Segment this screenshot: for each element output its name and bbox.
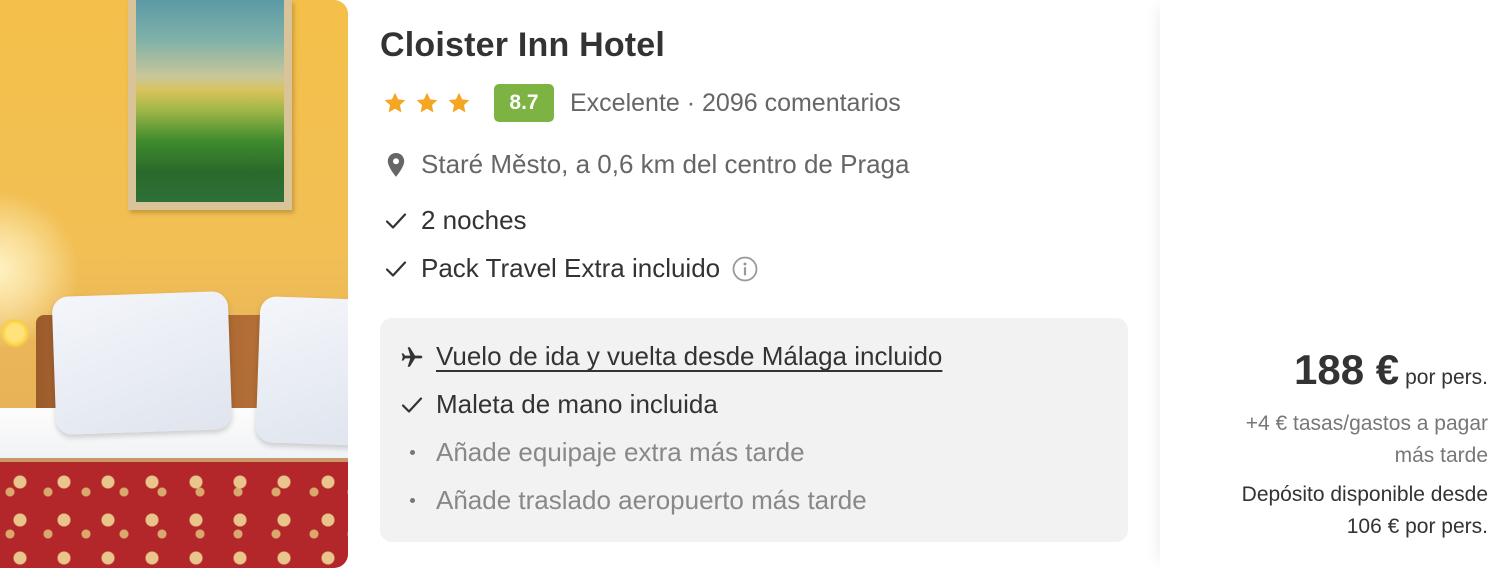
- bed-blanket: [0, 462, 348, 568]
- luggage-text: Maleta de mano incluida: [436, 389, 718, 419]
- extra-luggage-text: Añade equipaje extra más tarde: [436, 437, 805, 467]
- wall-painting: [128, 0, 292, 210]
- rating-summary[interactable]: Excelente · 2096 comentarios: [570, 89, 901, 118]
- bullet-dot-icon: [398, 439, 426, 467]
- transfer-row: Añade traslado aeropuerto más tarde: [398, 485, 867, 516]
- pillow: [51, 290, 233, 436]
- hotel-result-card[interactable]: Cloister Inn Hotel 8.7 Excelente · 2096 …: [0, 0, 1512, 568]
- deposit-line: 106 € por pers.: [1346, 515, 1488, 538]
- inclusion-pack: Pack Travel Extra incluido: [383, 253, 758, 284]
- luggage-row: Maleta de mano incluida: [398, 389, 718, 420]
- star-icon: [384, 92, 406, 113]
- rating-row: 8.7 Excelente · 2096 comentarios: [382, 84, 901, 122]
- price-line: 188 € por pers.: [1294, 346, 1488, 394]
- fees-line: más tarde: [1394, 444, 1488, 467]
- flight-info-box: Vuelo de ida y vuelta desde Málaga inclu…: [380, 318, 1128, 542]
- bullet-dot-icon: [398, 487, 426, 515]
- transfer-text: Añade traslado aeropuerto más tarde: [436, 485, 867, 515]
- flight-link[interactable]: Vuelo de ida y vuelta desde Málaga inclu…: [436, 341, 942, 372]
- location-text: Staré Město, a 0,6 km del centro de Prag…: [421, 149, 910, 179]
- price-column: 188 € por pers. +4 € tasas/gastos a paga…: [1160, 0, 1512, 568]
- check-icon: [398, 391, 426, 419]
- plane-icon: [398, 343, 426, 371]
- price-amount[interactable]: 188 €: [1294, 346, 1399, 394]
- flower-decoration: [0, 318, 30, 348]
- inclusion-label: Pack Travel Extra incluido: [421, 253, 721, 283]
- hotel-stars: [382, 90, 472, 116]
- hotel-photo[interactable]: [0, 0, 348, 568]
- fees-note: +4 € tasas/gastos a pagar más tarde: [1188, 408, 1488, 472]
- fees-line: +4 € tasas/gastos a pagar: [1245, 412, 1488, 435]
- location-row: Staré Město, a 0,6 km del centro de Prag…: [383, 149, 909, 180]
- deposit-line: Depósito disponible desde: [1241, 483, 1488, 506]
- review-score-badge: 8.7: [494, 84, 554, 122]
- flight-row: Vuelo de ida y vuelta desde Málaga inclu…: [398, 341, 942, 372]
- info-icon[interactable]: [732, 256, 758, 282]
- check-icon: [383, 208, 409, 234]
- star-icon: [448, 92, 470, 113]
- location-pin-icon: [383, 152, 409, 178]
- extra-luggage-row: Añade equipaje extra más tarde: [398, 437, 805, 468]
- inclusion-nights: 2 noches: [383, 205, 527, 236]
- star-icon: [416, 92, 438, 113]
- deposit-note: Depósito disponible desde 106 € por pers…: [1168, 479, 1488, 543]
- hotel-name[interactable]: Cloister Inn Hotel: [380, 26, 665, 65]
- pillow: [255, 296, 348, 446]
- inclusion-label: 2 noches: [421, 205, 527, 235]
- check-icon: [383, 256, 409, 282]
- price-unit: por pers.: [1405, 366, 1488, 389]
